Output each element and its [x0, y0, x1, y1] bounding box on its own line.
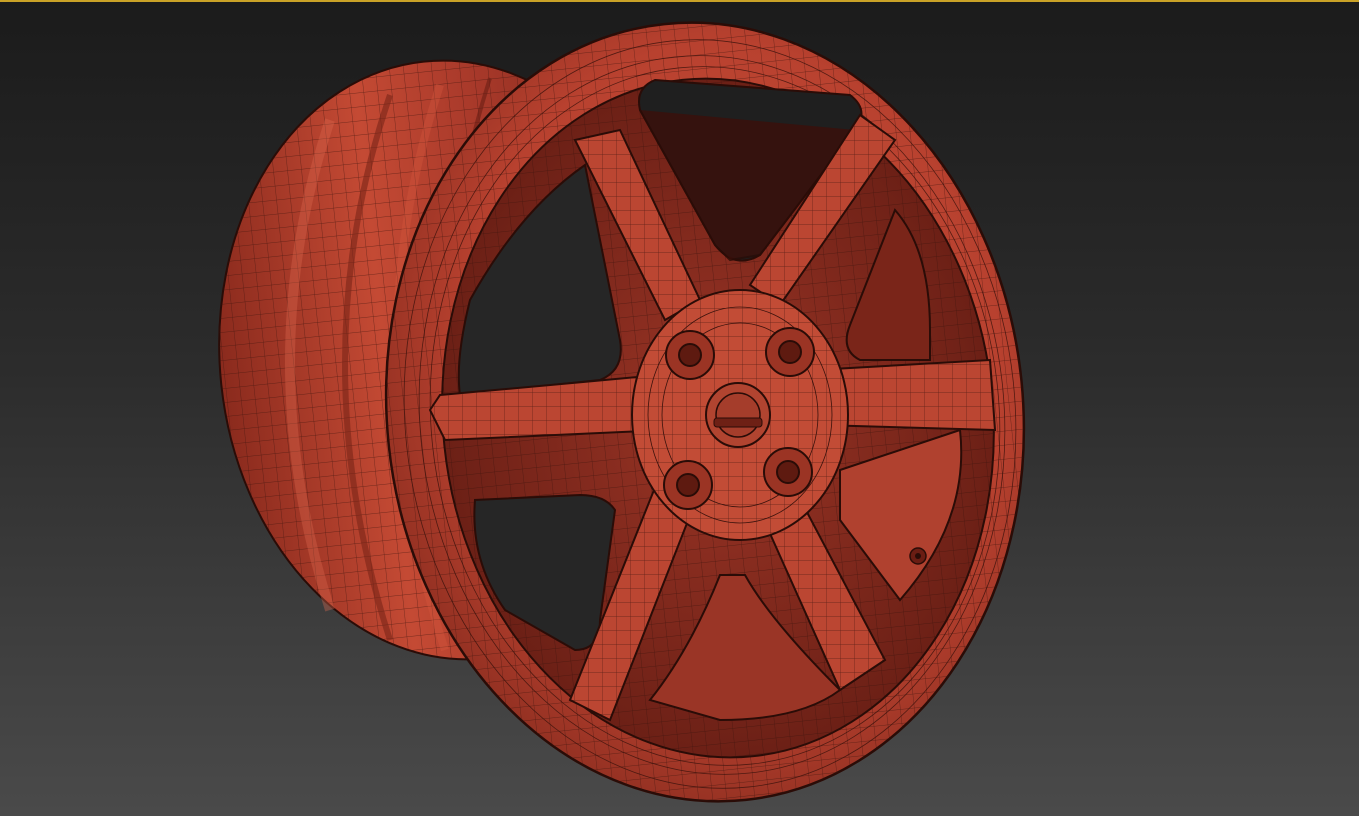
- center-cap: [705, 382, 771, 448]
- wheel-model[interactable]: [0, 0, 1359, 816]
- 3d-viewport[interactable]: [0, 0, 1359, 816]
- valve-stem: [909, 547, 927, 565]
